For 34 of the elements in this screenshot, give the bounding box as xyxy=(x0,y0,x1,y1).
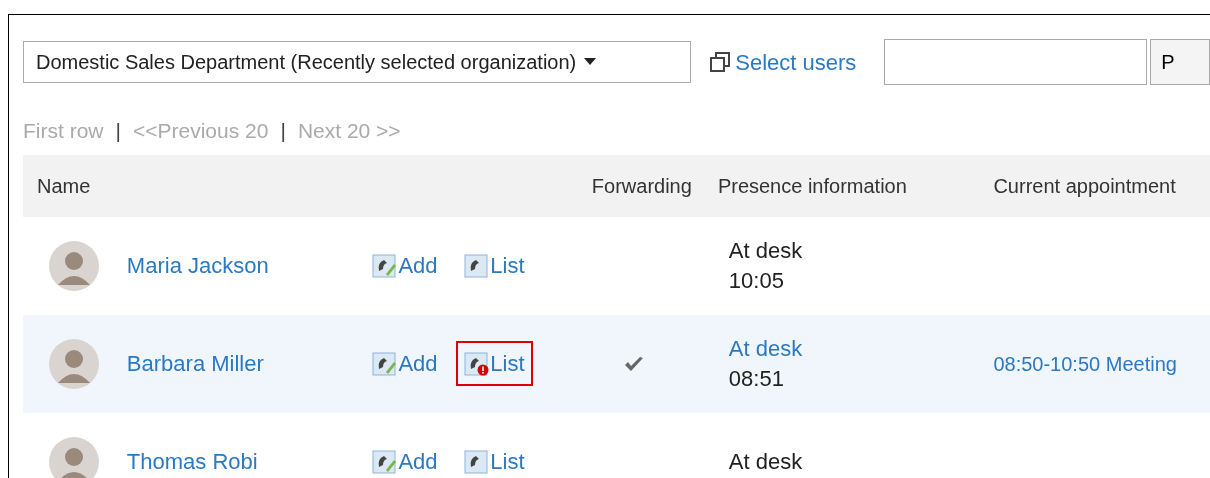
phone-pencil-icon xyxy=(372,449,399,474)
appointment-link[interactable]: 08:50-10:50 Meeting xyxy=(993,353,1177,375)
presence-time: 08:51 xyxy=(728,365,784,391)
presence-status[interactable]: At desk xyxy=(728,335,803,361)
window-icon xyxy=(709,51,732,73)
avatar-icon xyxy=(49,338,99,389)
phone-icon xyxy=(464,253,491,278)
user-name-link[interactable]: Thomas Robi xyxy=(126,449,258,474)
avatar-icon xyxy=(49,436,99,478)
column-header: Current appointment xyxy=(993,174,1176,197)
pagination-link[interactable]: First row xyxy=(23,115,104,147)
phone-pencil-icon xyxy=(372,351,399,376)
organization-dropdown[interactable]: Domestic Sales Department (Recently selected organization) xyxy=(23,41,692,83)
user-name-link[interactable]: Barbara Miller xyxy=(126,351,264,376)
presence-status: At desk xyxy=(728,237,803,263)
phone-icon xyxy=(464,449,491,474)
list-link[interactable]: List xyxy=(456,341,533,386)
separator: | xyxy=(115,118,121,144)
avatar-icon xyxy=(49,240,99,291)
separator: | xyxy=(280,118,286,144)
phone-alert-icon xyxy=(464,351,491,376)
caret-icon xyxy=(584,58,597,66)
column-header: Presence information xyxy=(717,174,907,197)
presence-time: 10:05 xyxy=(728,267,784,293)
search-button[interactable]: P xyxy=(1150,39,1210,85)
user-name-link[interactable]: Maria Jackson xyxy=(126,253,269,278)
select-users-link[interactable]: Select users xyxy=(709,45,857,79)
phone-pencil-icon xyxy=(372,253,399,278)
column-header: Forwarding xyxy=(591,174,692,197)
pagination-link[interactable]: <<Previous 20 xyxy=(132,115,269,147)
presence-status: At desk xyxy=(728,448,803,474)
pagination-link[interactable]: Next 20 >> xyxy=(297,115,401,147)
search-field[interactable] xyxy=(884,39,1148,85)
column-header: Name xyxy=(37,174,91,197)
